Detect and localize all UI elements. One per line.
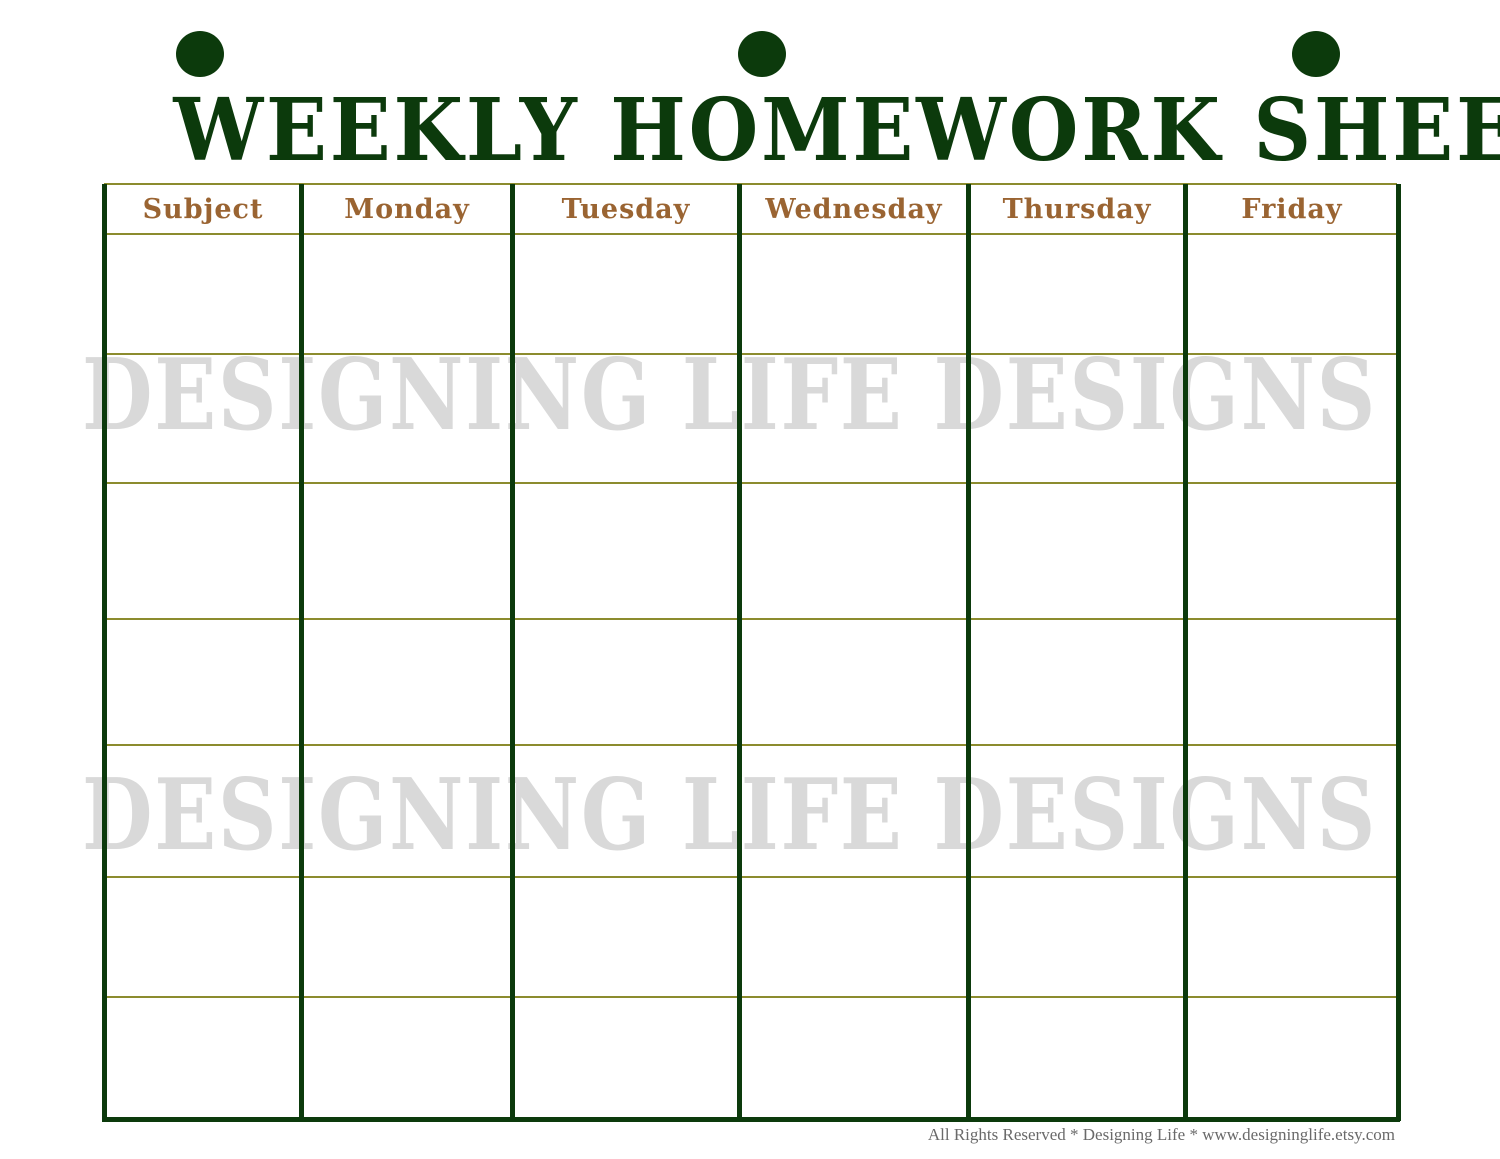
cell-subject[interactable] xyxy=(107,746,299,876)
column-divider xyxy=(299,184,304,1121)
column-header-tuesday: Tuesday xyxy=(561,194,691,225)
cell-tuesday[interactable] xyxy=(515,620,737,744)
cell-wednesday[interactable] xyxy=(742,355,966,482)
cell-monday[interactable] xyxy=(304,878,510,996)
cell-tuesday[interactable] xyxy=(515,355,737,482)
row-divider xyxy=(104,996,1397,998)
column-divider xyxy=(1183,184,1188,1121)
cell-friday[interactable] xyxy=(1188,355,1396,482)
cell-wednesday[interactable] xyxy=(742,998,966,1118)
row-divider xyxy=(104,353,1397,355)
table-top-border xyxy=(104,183,1397,185)
column-header-monday: Monday xyxy=(344,194,470,225)
copyright-footer: All Rights Reserved * Designing Life * w… xyxy=(927,1125,1395,1144)
row-divider xyxy=(104,744,1397,746)
homework-table: Subject Monday Tuesday Wednesday Thursda… xyxy=(0,0,1500,1159)
cell-wednesday[interactable] xyxy=(742,484,966,618)
table-bottom-border xyxy=(102,1117,1400,1122)
cell-thursday[interactable] xyxy=(971,235,1183,353)
column-header-thursday: Thursday xyxy=(1002,194,1152,225)
cell-subject[interactable] xyxy=(107,878,299,996)
cell-monday[interactable] xyxy=(304,746,510,876)
cell-monday[interactable] xyxy=(304,484,510,618)
cell-wednesday[interactable] xyxy=(742,620,966,744)
row-divider xyxy=(104,876,1397,878)
column-divider xyxy=(510,184,515,1121)
cell-friday[interactable] xyxy=(1188,746,1396,876)
cell-subject[interactable] xyxy=(107,620,299,744)
cell-tuesday[interactable] xyxy=(515,878,737,996)
column-header-friday: Friday xyxy=(1241,194,1343,225)
cell-wednesday[interactable] xyxy=(742,878,966,996)
cell-subject[interactable] xyxy=(107,998,299,1118)
cell-subject[interactable] xyxy=(107,484,299,618)
table-right-border xyxy=(1396,184,1401,1121)
cell-thursday[interactable] xyxy=(971,878,1183,996)
table-left-border xyxy=(102,184,107,1121)
cell-friday[interactable] xyxy=(1188,878,1396,996)
cell-thursday[interactable] xyxy=(971,746,1183,876)
cell-tuesday[interactable] xyxy=(515,998,737,1118)
cell-thursday[interactable] xyxy=(971,998,1183,1118)
cell-friday[interactable] xyxy=(1188,998,1396,1118)
cell-monday[interactable] xyxy=(304,998,510,1118)
cell-tuesday[interactable] xyxy=(515,484,737,618)
column-divider xyxy=(737,184,742,1121)
cell-monday[interactable] xyxy=(304,235,510,353)
cell-friday[interactable] xyxy=(1188,235,1396,353)
cell-monday[interactable] xyxy=(304,620,510,744)
cell-subject[interactable] xyxy=(107,355,299,482)
cell-thursday[interactable] xyxy=(971,484,1183,618)
column-divider xyxy=(966,184,971,1121)
column-header-wednesday: Wednesday xyxy=(765,194,943,225)
cell-tuesday[interactable] xyxy=(515,746,737,876)
row-divider xyxy=(104,482,1397,484)
row-divider xyxy=(104,233,1397,235)
cell-friday[interactable] xyxy=(1188,484,1396,618)
cell-thursday[interactable] xyxy=(971,620,1183,744)
cell-thursday[interactable] xyxy=(971,355,1183,482)
cell-wednesday[interactable] xyxy=(742,235,966,353)
cell-wednesday[interactable] xyxy=(742,746,966,876)
cell-subject[interactable] xyxy=(107,235,299,353)
cell-monday[interactable] xyxy=(304,355,510,482)
row-divider xyxy=(104,618,1397,620)
cell-tuesday[interactable] xyxy=(515,235,737,353)
cell-friday[interactable] xyxy=(1188,620,1396,744)
column-header-subject: Subject xyxy=(142,194,264,225)
